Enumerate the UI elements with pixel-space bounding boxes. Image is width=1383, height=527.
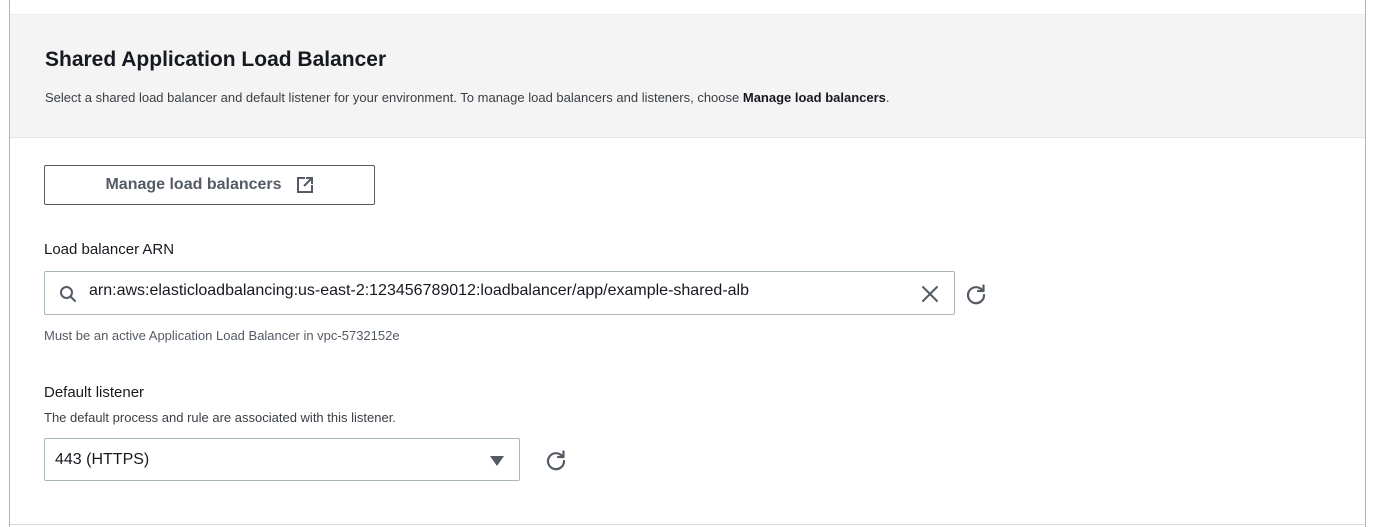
section-description: Select a shared load balancer and defaul… [45, 90, 890, 105]
default-listener-label: Default listener [44, 384, 145, 401]
panel-bottom-divider [10, 524, 1365, 525]
section-title: Shared Application Load Balancer [45, 48, 387, 71]
default-listener-description: The default process and rule are associa… [44, 410, 396, 425]
section-description-end: . [885, 90, 890, 105]
refresh-icon[interactable] [965, 283, 987, 305]
default-listener-select[interactable]: 443 (HTTPS) [44, 438, 520, 481]
section-description-text: Select a shared load balancer and defaul… [45, 90, 743, 105]
default-listener-value: 443 (HTTPS) [55, 451, 150, 468]
refresh-icon[interactable] [545, 449, 567, 471]
clear-icon[interactable] [921, 285, 939, 303]
load-balancer-arn-input[interactable] [89, 282, 901, 300]
load-balancer-arn-hint: Must be an active Application Load Balan… [44, 328, 400, 343]
search-icon [60, 286, 76, 302]
manage-load-balancers-label: Manage load balancers [105, 176, 282, 193]
manage-load-balancers-button[interactable]: Manage load balancers [44, 165, 375, 205]
section-description-link-text: Manage load balancers [742, 90, 886, 105]
external-link-icon [296, 177, 313, 193]
panel-header [10, 14, 1365, 138]
load-balancer-arn-field[interactable] [44, 271, 955, 315]
caret-down-icon [490, 456, 504, 466]
load-balancer-arn-label: Load balancer ARN [44, 241, 175, 258]
